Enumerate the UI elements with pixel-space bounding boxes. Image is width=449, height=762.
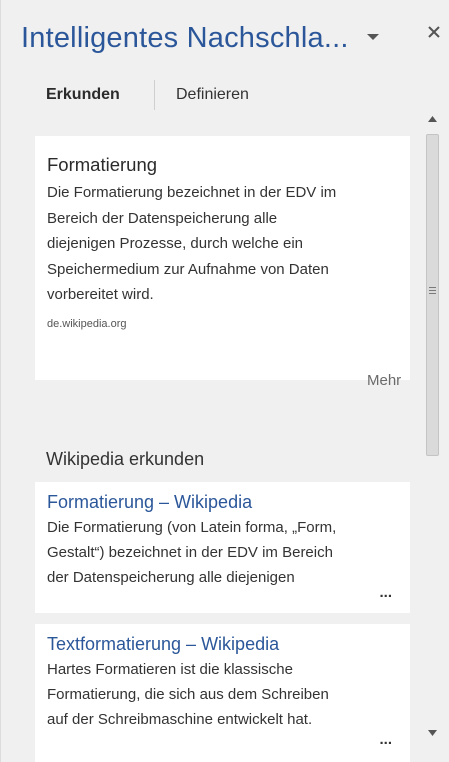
pane-title-bar: Intelligentes Nachschla... — [1, 0, 449, 70]
scroll-up-arrow-icon[interactable] — [422, 108, 443, 130]
grip-icon — [429, 287, 436, 295]
snippet-line: Formatierung, die sich aus dem Schreiben — [47, 686, 329, 703]
tab-divider — [154, 80, 155, 110]
definition-card: Formatierung Die Formatierung bezeichnet… — [35, 136, 410, 380]
snippet-line: Gestalt“) bezeichnet in der EDV im Berei… — [47, 544, 333, 561]
snippet-line: auf der Schreibmaschine entwickelt hat. — [47, 711, 313, 728]
chevron-down-icon[interactable] — [362, 29, 384, 45]
definition-text: Die Formatierung bezeichnet in der EDV i… — [47, 180, 398, 308]
wiki-result-snippet: Hartes Formatieren ist die klassische Fo… — [47, 657, 398, 732]
smart-lookup-pane: Intelligentes Nachschla... Erkunden Defi… — [0, 0, 449, 762]
snippet-line: Hartes Formatieren ist die klassische — [47, 661, 293, 678]
tab-erkunden[interactable]: Erkunden — [46, 86, 120, 104]
wikipedia-section-heading: Wikipedia erkunden — [46, 449, 205, 469]
snippet-line: der Datenspeicherung alle diejenigen — [47, 569, 295, 586]
wiki-result-card[interactable]: Formatierung – Wikipedia Die Formatierun… — [35, 482, 410, 613]
close-icon[interactable] — [422, 20, 446, 44]
wiki-result-title[interactable]: Textformatierung – Wikipedia — [47, 634, 398, 655]
definition-line: Speichermedium zur Aufnahme von Daten — [47, 260, 329, 278]
tab-definieren[interactable]: Definieren — [176, 86, 249, 104]
definition-title: Formatierung — [47, 154, 158, 175]
definition-source: de.wikipedia.org — [47, 317, 127, 330]
pane-title: Intelligentes Nachschla... — [21, 22, 349, 54]
more-ellipsis-button[interactable]: ... — [375, 584, 392, 601]
scroll-thumb[interactable] — [426, 134, 439, 456]
more-link[interactable]: Mehr — [367, 372, 401, 389]
definition-line: diejenigen Prozesse, durch welche ein — [47, 235, 303, 252]
definition-line: Die Formatierung bezeichnet in der EDV i… — [47, 184, 337, 201]
wiki-result-snippet: Die Formatierung (von Latein forma, „For… — [47, 515, 398, 590]
tab-bar: Erkunden Definieren — [1, 78, 449, 118]
results-content: Formatierung Die Formatierung bezeichnet… — [1, 118, 421, 762]
wiki-result-card[interactable]: Textformatierung – Wikipedia Hartes Form… — [35, 624, 410, 762]
vertical-scrollbar[interactable] — [422, 106, 443, 746]
more-ellipsis-button[interactable]: ... — [375, 731, 392, 748]
scroll-down-arrow-icon[interactable] — [422, 722, 443, 744]
wiki-result-title[interactable]: Formatierung – Wikipedia — [47, 492, 398, 513]
snippet-line: Die Formatierung (von Latein forma, „For… — [47, 519, 337, 536]
definition-line: vorbereitet wird. — [47, 286, 154, 303]
definition-line: Bereich der Datenspeicherung alle — [47, 209, 278, 227]
